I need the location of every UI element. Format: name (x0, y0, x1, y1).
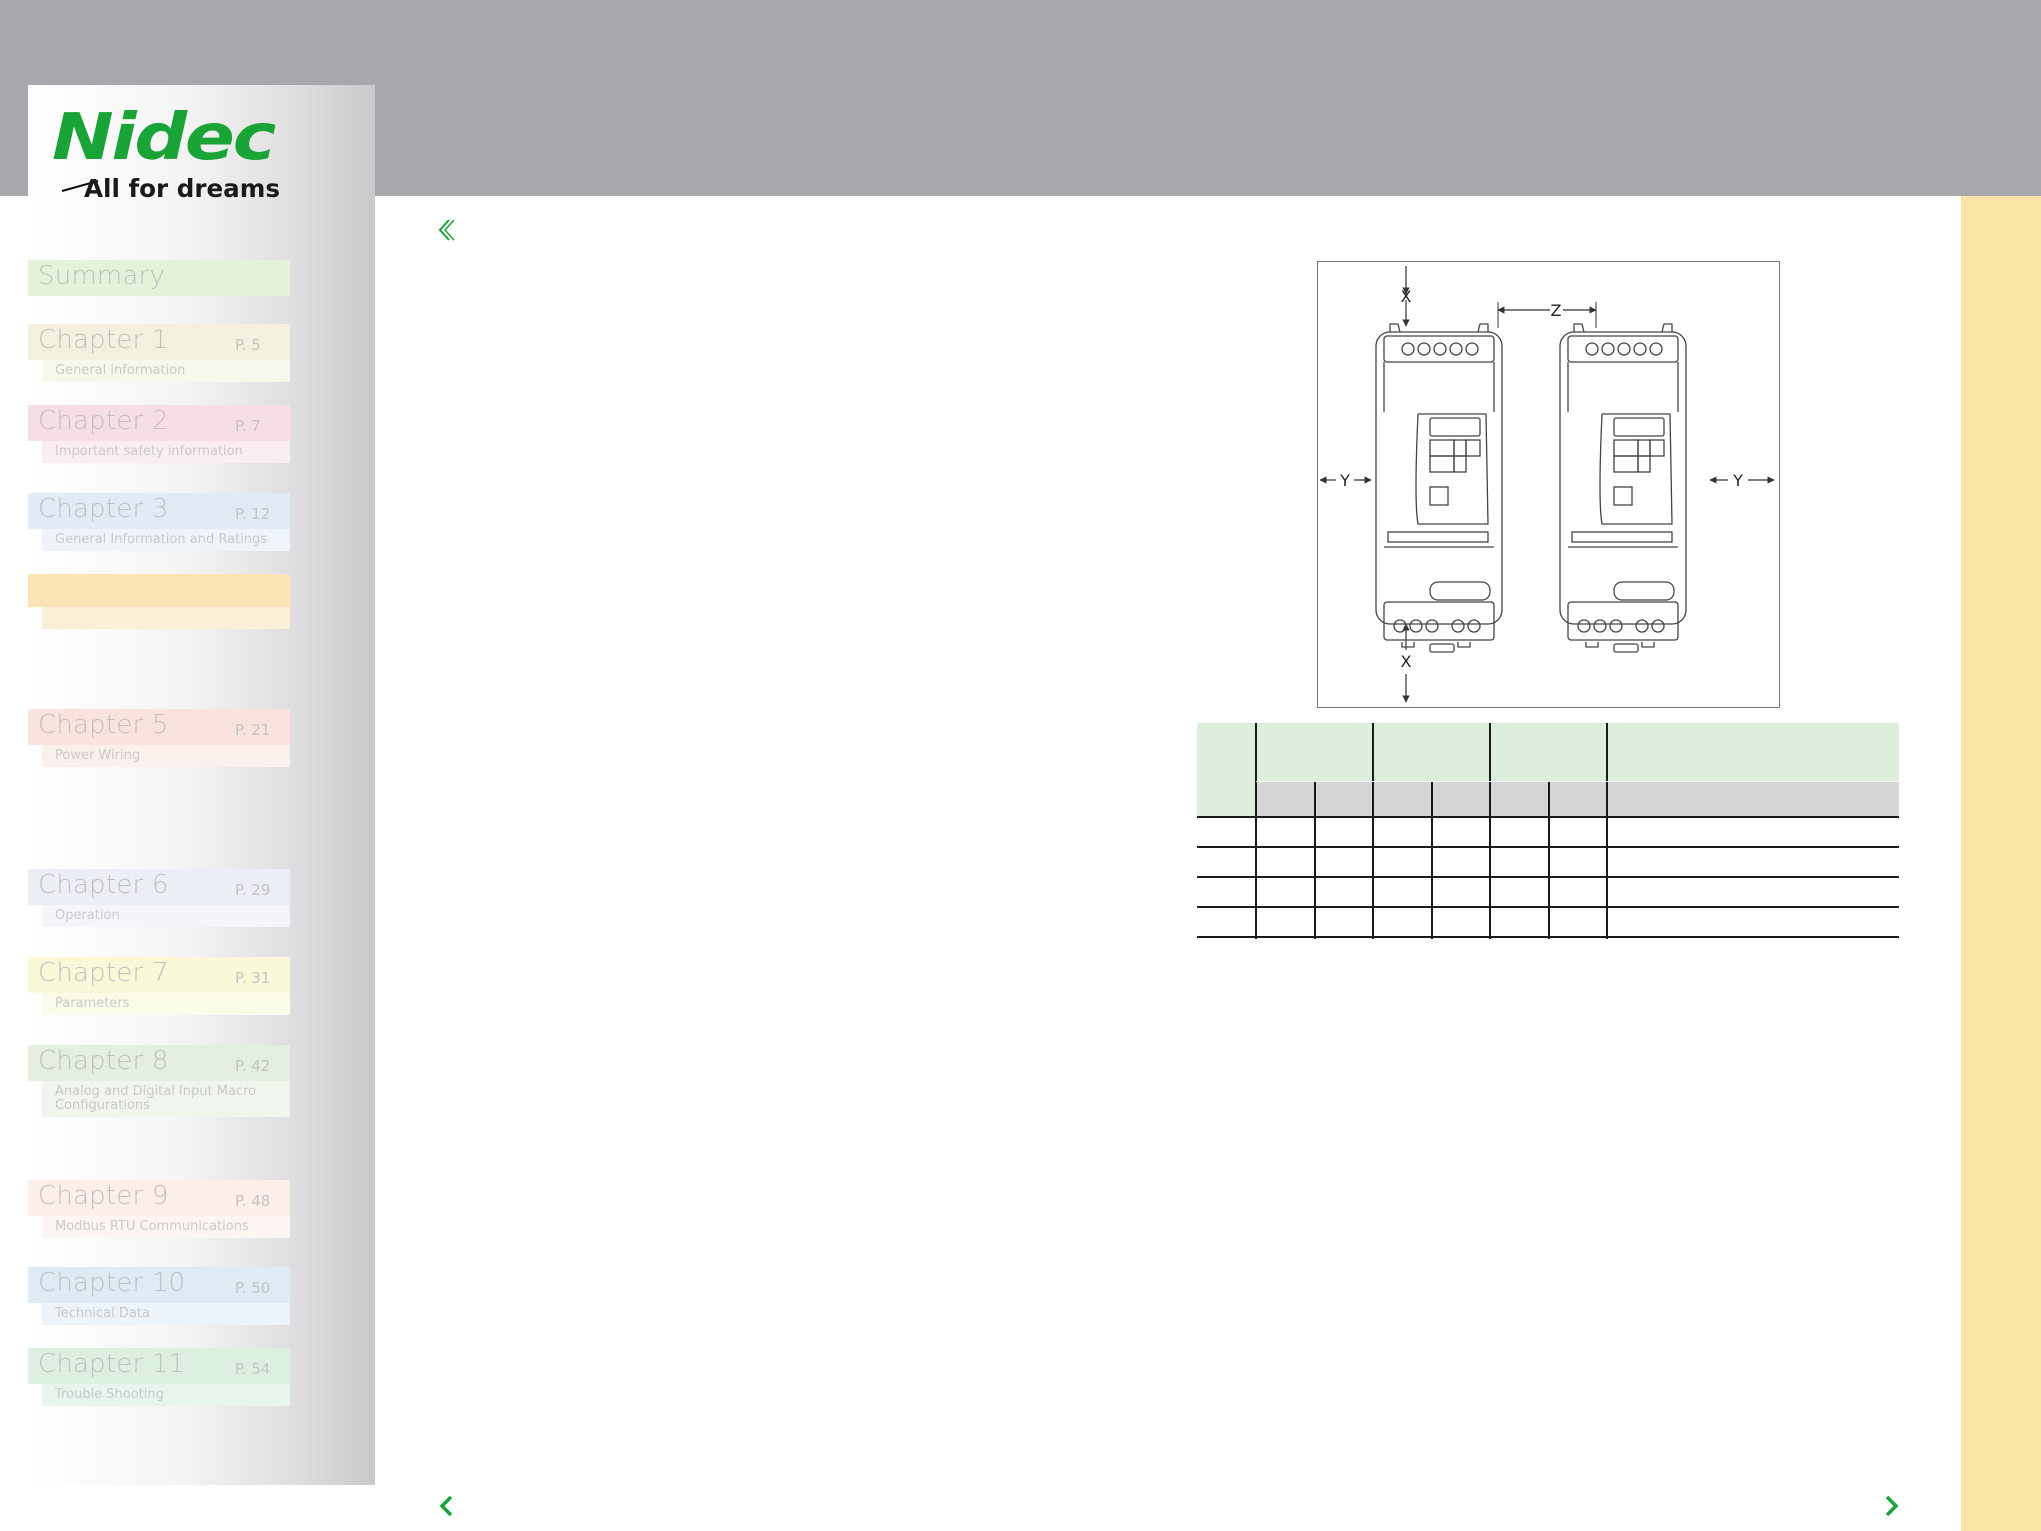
drive-unit-right (1559, 323, 1687, 653)
sidebar-item-title: Chapter 6 (38, 870, 169, 900)
sidebar-item-title: Chapter 5 (38, 710, 169, 740)
sidebar-item-title: Chapter 1 (38, 325, 169, 355)
table-header-cell (1256, 723, 1373, 781)
sidebar-item-chapter-5[interactable]: Chapter 5 P. 21 Power Wiring (28, 709, 290, 767)
back-icon[interactable] (436, 216, 458, 244)
sidebar-item-chapter-4-active[interactable] (28, 574, 290, 629)
sidebar-item-title: Summary (38, 261, 166, 291)
svg-text:All for dreams: All for dreams (84, 174, 280, 203)
table-divider (1256, 781, 1899, 782)
sidebar-item-subtitle: Parameters (42, 993, 290, 1015)
sidebar-item-subtitle: Modbus RTU Communications (42, 1216, 290, 1238)
svg-text:Nidec: Nidec (52, 105, 276, 175)
chapter-color-strip (1961, 196, 2041, 1531)
sidebar-item-chapter-6[interactable]: Chapter 6 P. 29 Operation (28, 869, 290, 927)
clearance-table (1197, 723, 1899, 939)
sidebar-item-subtitle: Technical Data (42, 1303, 290, 1325)
page: Nidec All for dreams Summary Chapter 1 P… (0, 0, 2041, 1531)
table-header-cell (1197, 723, 1256, 816)
sidebar-item-title: Chapter 7 (38, 958, 169, 988)
sidebar-item-subtitle: Trouble Shooting (42, 1384, 290, 1406)
sidebar-item-title: Chapter 9 (38, 1181, 169, 1211)
sidebar-item-chapter-11[interactable]: Chapter 11 P. 54 Trouble Shooting (28, 1348, 290, 1406)
sidebar-item-page: P. 7 (235, 417, 261, 435)
clearance-z-label: Z (1551, 301, 1562, 320)
sidebar-item-chapter-2[interactable]: Chapter 2 P. 7 Important safety informat… (28, 405, 290, 463)
table-divider (1548, 781, 1550, 939)
table-row-line (1197, 816, 1899, 818)
clearance-y-right-label: Y (1732, 471, 1743, 490)
sidebar-item-chapter-7[interactable]: Chapter 7 P. 31 Parameters (28, 957, 290, 1015)
table-row-line (1197, 936, 1899, 938)
table-header-cell (1607, 723, 1899, 781)
sidebar-item-title: Chapter 3 (38, 494, 169, 524)
sidebar-item-title: Chapter 2 (38, 406, 169, 436)
drive-unit-left (1375, 323, 1503, 653)
sidebar-item-page: P. 42 (235, 1057, 271, 1075)
sidebar-item-subtitle: Analog and Digital Input Macro Configura… (42, 1081, 290, 1117)
sidebar-item-subtitle (42, 607, 290, 629)
table-divider (1431, 781, 1433, 939)
nidec-logo[interactable]: Nidec All for dreams (48, 105, 298, 205)
sidebar-item-page: P. 12 (235, 505, 271, 523)
table-header-cell (1373, 723, 1490, 781)
sidebar-item-chapter-3[interactable]: Chapter 3 P. 12 General Information and … (28, 493, 290, 551)
sidebar-item-page: P. 29 (235, 881, 271, 899)
sidebar-item-chapter-9[interactable]: Chapter 9 P. 48 Modbus RTU Communication… (28, 1180, 290, 1238)
sidebar-item-page: P. 31 (235, 969, 271, 987)
sidebar-item-page: P. 21 (235, 721, 271, 739)
next-page-icon[interactable] (1880, 1492, 1902, 1520)
sidebar-item-subtitle: Power Wiring (42, 745, 290, 767)
sidebar-item-subtitle: Important safety information (42, 441, 290, 463)
sidebar-item-title: Chapter 8 (38, 1046, 169, 1076)
table-row-line (1197, 846, 1899, 848)
previous-page-icon[interactable] (436, 1492, 458, 1520)
table-header-cell (1490, 723, 1607, 781)
sidebar-item-title: Chapter 10 (38, 1268, 186, 1298)
sidebar-item-chapter-10[interactable]: Chapter 10 P. 50 Technical Data (28, 1267, 290, 1325)
table-row-line (1197, 906, 1899, 908)
sidebar-item-page: P. 48 (235, 1192, 271, 1210)
table-row-line (1197, 876, 1899, 878)
sidebar-item-chapter-1[interactable]: Chapter 1 P. 5 General information (28, 324, 290, 382)
sidebar-item-title: Chapter 11 (38, 1349, 186, 1379)
clearance-x-top-label: X (1401, 287, 1412, 306)
sidebar-item-page: P. 54 (235, 1360, 271, 1378)
sidebar-item-subtitle: General Information and Ratings (42, 529, 290, 551)
sidebar-item-page: P. 50 (235, 1279, 271, 1297)
sidebar-item-summary[interactable]: Summary (28, 260, 290, 296)
sidebar-item-page: P. 5 (235, 336, 261, 354)
sidebar-item-subtitle: General information (42, 360, 290, 382)
sidebar-item-chapter-8[interactable]: Chapter 8 P. 42 Analog and Digital Input… (28, 1045, 290, 1117)
table-subheader-row (1256, 781, 1899, 816)
clearance-x-bottom-label: X (1401, 652, 1412, 671)
sidebar-item-subtitle: Operation (42, 905, 290, 927)
table-divider (1314, 781, 1316, 939)
mounting-clearance-diagram: X X Y Y Z (1317, 261, 1780, 708)
clearance-y-left-label: Y (1339, 471, 1350, 490)
